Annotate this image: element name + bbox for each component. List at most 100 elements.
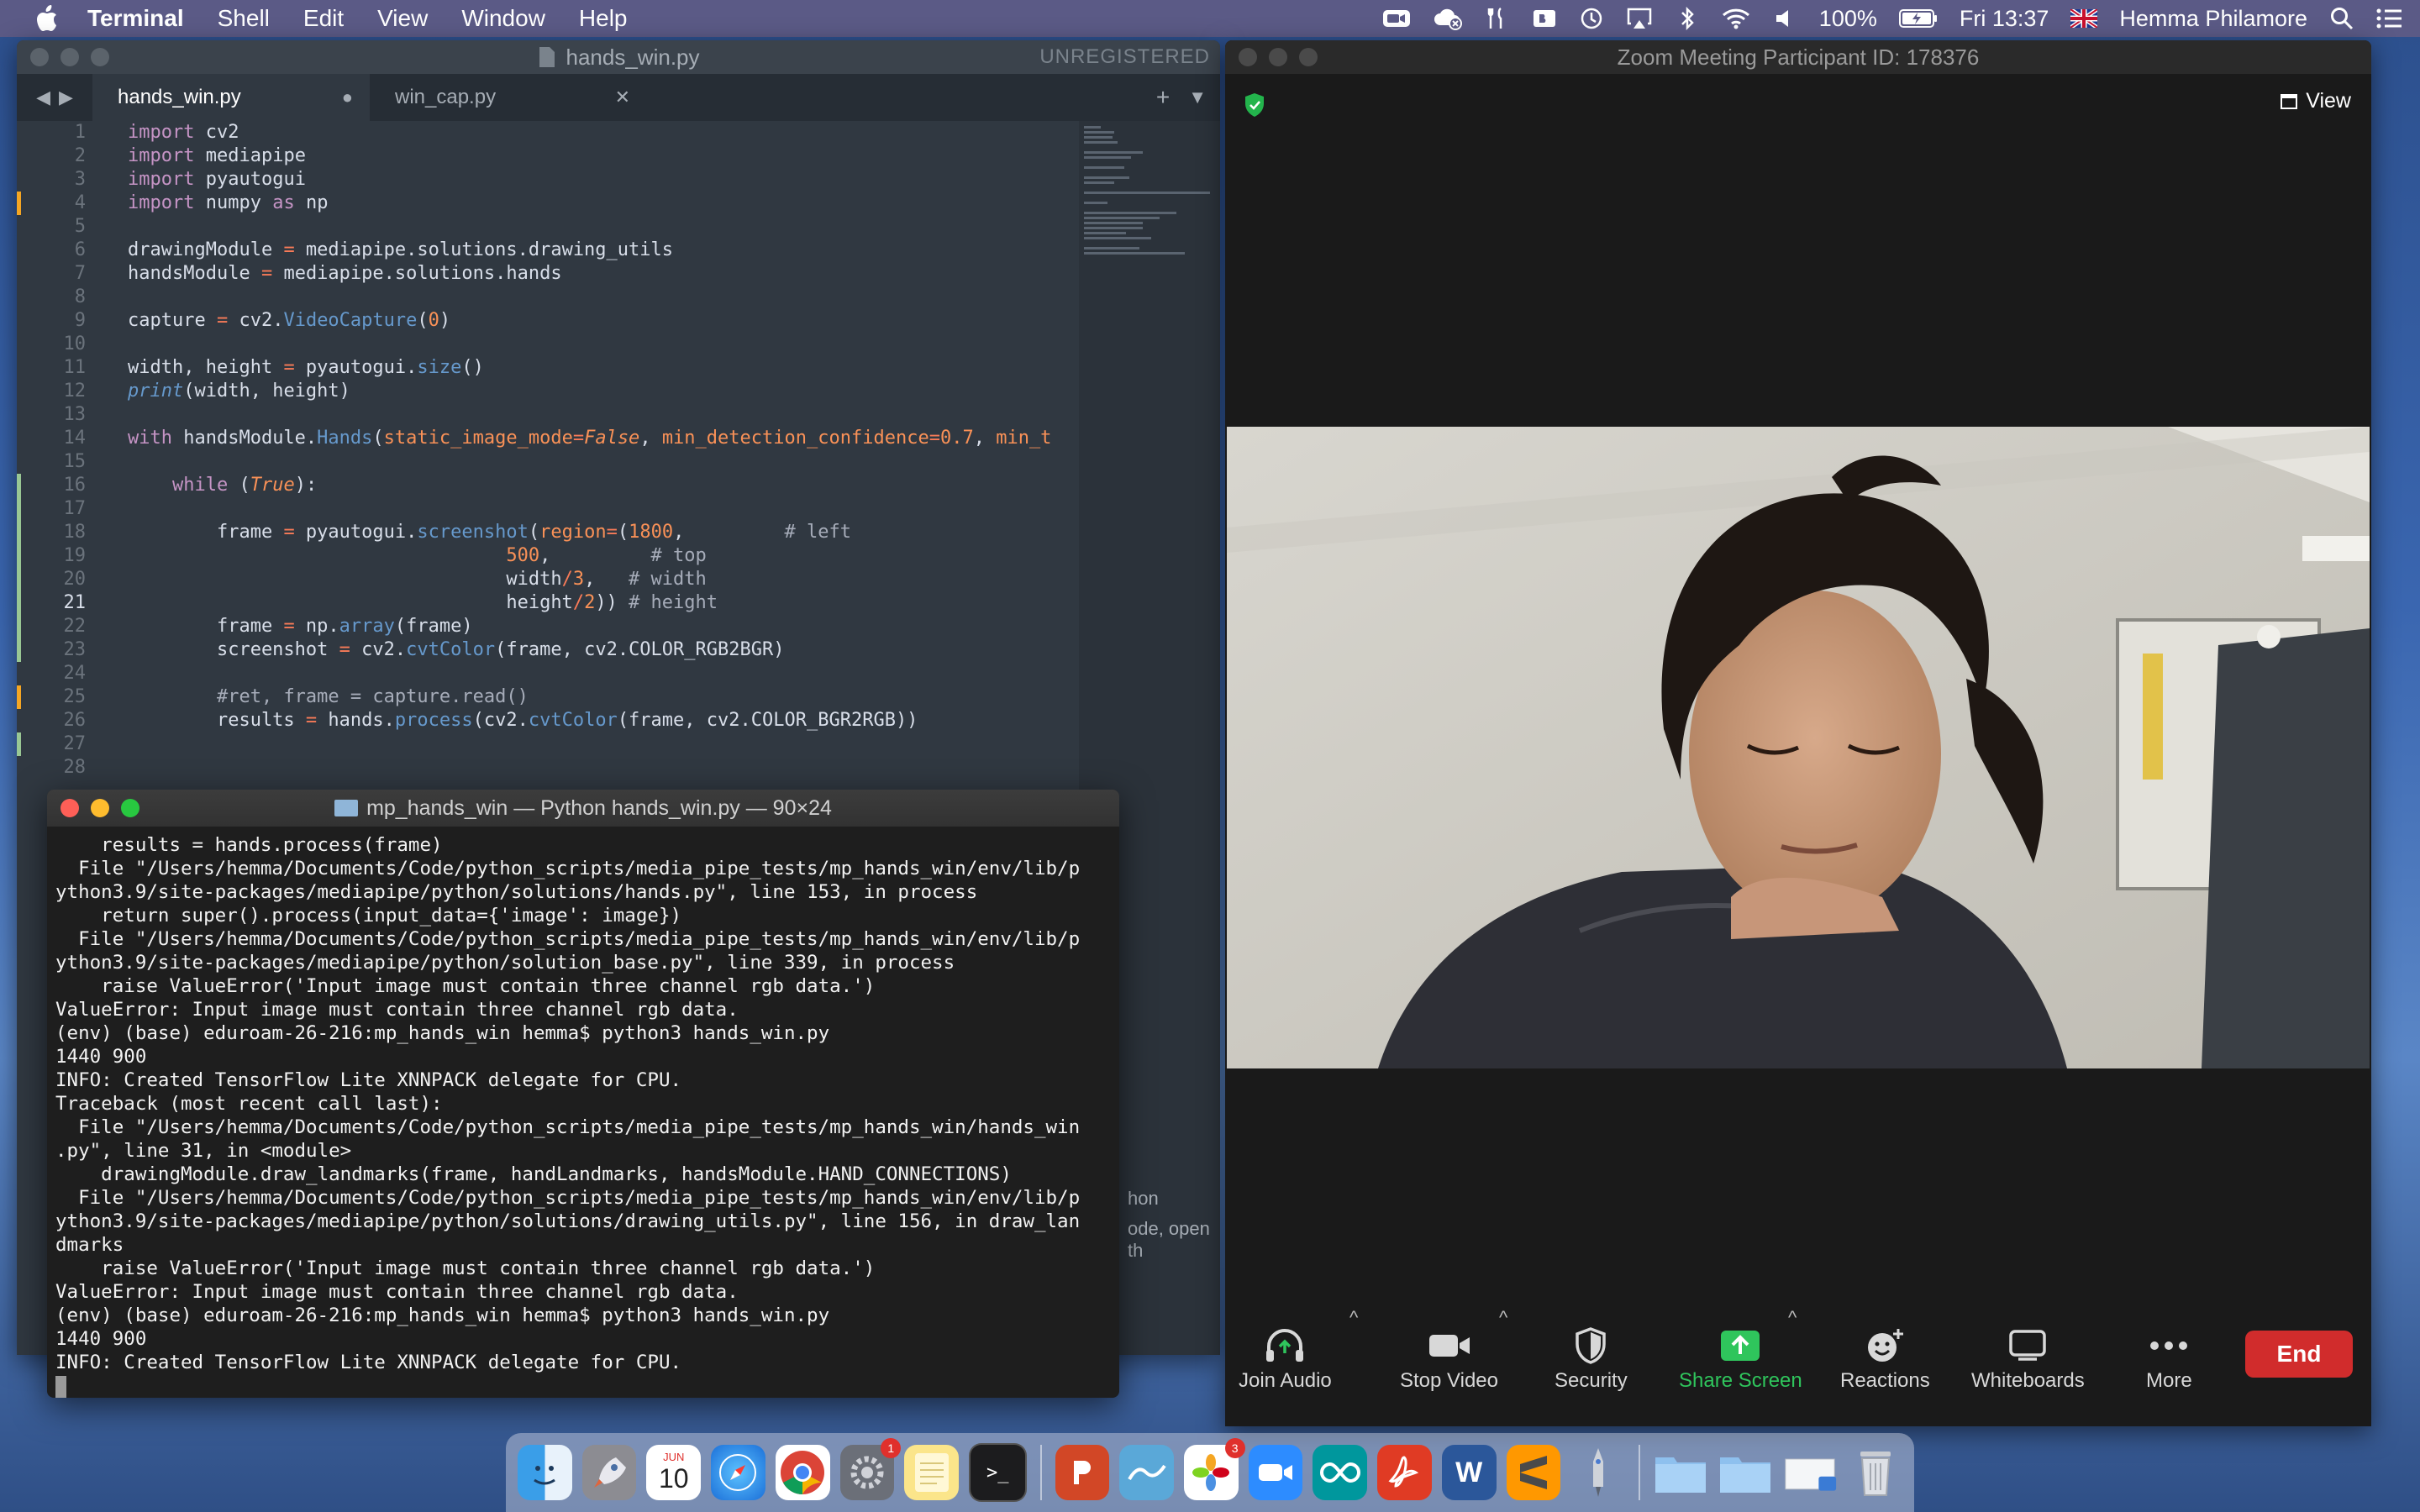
volume-icon[interactable] (1772, 6, 1797, 31)
end-meeting-button[interactable]: End (2245, 1331, 2353, 1378)
code-line: frame = np.array(frame) (128, 616, 473, 637)
tools-icon[interactable] (1485, 6, 1510, 31)
share-screen-button[interactable]: Share Screen (1679, 1322, 1802, 1393)
powerpoint-icon[interactable] (1055, 1445, 1110, 1500)
terminal-prompt[interactable] (55, 1374, 1111, 1398)
zoom-video-stage[interactable]: View (1225, 74, 2371, 1297)
join-audio-button[interactable]: Join Audio (1239, 1322, 1332, 1393)
more-button[interactable]: More (2146, 1322, 2192, 1393)
tab-label: win_cap.py (395, 86, 497, 108)
notes-icon[interactable] (904, 1445, 959, 1500)
tab-close-icon[interactable]: ✕ (615, 87, 630, 108)
photos-icon[interactable]: 3 (1183, 1438, 1245, 1500)
battery-percent[interactable]: 100% (1819, 6, 1877, 32)
line-number: 26 (63, 710, 87, 731)
zoom-app-icon[interactable] (1248, 1445, 1303, 1500)
spotlight-search-icon[interactable] (2329, 6, 2354, 31)
terminal-icon[interactable]: >_ (968, 1443, 1027, 1502)
apple-menu-icon[interactable] (34, 5, 59, 31)
tab-hands-win[interactable]: hands_win.py ● (92, 74, 370, 121)
zoom-status-icon[interactable] (1382, 6, 1411, 31)
stop-video-button[interactable]: Stop Video (1400, 1322, 1498, 1393)
menu-window[interactable]: Window (461, 5, 545, 32)
arduino-icon[interactable] (1313, 1445, 1368, 1500)
more-dots-icon (2149, 1322, 2188, 1369)
tab-list-icon[interactable]: ▼ (1188, 87, 1207, 108)
terminal-title-bar[interactable]: mp_hands_win — Python hands_win.py — 90×… (47, 790, 1119, 827)
share-options-caret-icon[interactable]: ^ (1788, 1307, 1797, 1329)
launchpad-icon[interactable] (581, 1445, 637, 1500)
join-audio-label: Join Audio (1239, 1369, 1332, 1392)
editor-title-bar[interactable]: hands_win.py UNREGISTERED (17, 40, 1220, 74)
git-change-marker (17, 615, 21, 638)
safari-icon[interactable] (711, 1445, 765, 1500)
terminal-close-button[interactable] (60, 799, 79, 817)
bluetooth-icon[interactable] (1675, 6, 1700, 31)
editor-minimize-button[interactable] (60, 48, 79, 66)
time-machine-icon[interactable] (1579, 6, 1604, 31)
menu-app-name[interactable]: Terminal (87, 5, 184, 32)
finder-icon[interactable] (518, 1445, 572, 1500)
documents-folder-icon[interactable] (1718, 1445, 1773, 1500)
view-button[interactable]: View (2281, 89, 2351, 113)
notification-center-icon[interactable] (2376, 6, 2403, 31)
minimap-line (1084, 131, 1114, 134)
uk-flag-icon[interactable] (2070, 6, 2098, 31)
cloud-sync-icon[interactable] (1433, 6, 1463, 31)
code-line: #ret, frame = capture.read() (216, 686, 529, 707)
terminal-output[interactable]: results = hands.process(frame) File "/Us… (47, 827, 1119, 1398)
audio-options-caret-icon[interactable]: ^ (1349, 1307, 1358, 1329)
zoom-title-bar[interactable]: Zoom Meeting Participant ID: 178376 (1225, 40, 2371, 74)
tab-forward-icon[interactable]: ▶ (59, 87, 73, 108)
security-label: Security (1555, 1369, 1628, 1392)
reactions-label: Reactions (1840, 1369, 1930, 1392)
sublime-text-icon[interactable] (1506, 1445, 1561, 1500)
new-tab-icon[interactable]: + (1156, 84, 1170, 111)
minimap-line (1084, 156, 1131, 159)
bluetooth-audio-icon[interactable] (1532, 6, 1557, 31)
tab-back-icon[interactable]: ◀ (36, 87, 50, 108)
zoom-close-button[interactable] (1239, 48, 1257, 66)
pen-tool-icon[interactable] (1570, 1445, 1625, 1500)
code-line: width/3, # width (128, 569, 707, 590)
editor-zoom-button[interactable] (91, 48, 109, 66)
whiteboards-button[interactable]: Whiteboards (1971, 1322, 2085, 1393)
zoom-zoom-button[interactable] (1299, 48, 1318, 66)
clock[interactable]: Fri 13:37 (1960, 6, 2049, 32)
participant-video[interactable] (1227, 427, 2370, 1068)
menu-edit[interactable]: Edit (303, 5, 344, 32)
screenshot-stack-icon[interactable] (1782, 1445, 1838, 1500)
acrobat-icon[interactable] (1377, 1445, 1432, 1500)
security-button[interactable]: Security (1555, 1322, 1628, 1393)
menu-help[interactable]: Help (579, 5, 628, 32)
unsaved-dot-icon[interactable]: ● (342, 87, 353, 108)
editor-close-button[interactable] (30, 48, 49, 66)
trash-icon[interactable] (1848, 1445, 1902, 1500)
terminal-zoom-button[interactable] (121, 799, 139, 817)
git-change-marker (17, 638, 21, 662)
editor-window-title: hands_win.py (566, 44, 700, 70)
wifi-icon[interactable] (1722, 6, 1750, 31)
terminal-minimize-button[interactable] (91, 799, 109, 817)
calendar-icon[interactable]: JUN 10 (646, 1445, 702, 1500)
word-icon[interactable]: W (1441, 1445, 1497, 1500)
zoom-minimize-button[interactable] (1269, 48, 1287, 66)
video-options-caret-icon[interactable]: ^ (1499, 1307, 1507, 1329)
scrivener-icon[interactable] (1119, 1445, 1174, 1500)
stop-video-label: Stop Video (1400, 1369, 1498, 1392)
menu-shell[interactable]: Shell (218, 5, 270, 32)
applications-folder-icon[interactable] (1654, 1445, 1708, 1500)
user-name[interactable]: Hemma Philamore (2119, 6, 2307, 32)
terminal-line: (env) (base) eduroam-26-216:mp_hands_win… (55, 1305, 830, 1326)
system-preferences-icon[interactable]: 1 (839, 1438, 902, 1500)
tab-win-cap[interactable]: win_cap.py ✕ (370, 74, 647, 121)
git-change-marker (17, 544, 21, 568)
reactions-button[interactable]: Reactions (1840, 1322, 1930, 1393)
code-line: import mediapipe (128, 145, 306, 166)
chrome-icon[interactable] (775, 1445, 830, 1500)
terminal-line: File "/Users/hemma/Documents/Code/python… (55, 1187, 1081, 1209)
battery-icon[interactable] (1898, 6, 1938, 31)
menu-view[interactable]: View (377, 5, 428, 32)
encryption-shield-icon[interactable] (1244, 92, 1265, 118)
airplay-icon[interactable] (1626, 6, 1653, 31)
